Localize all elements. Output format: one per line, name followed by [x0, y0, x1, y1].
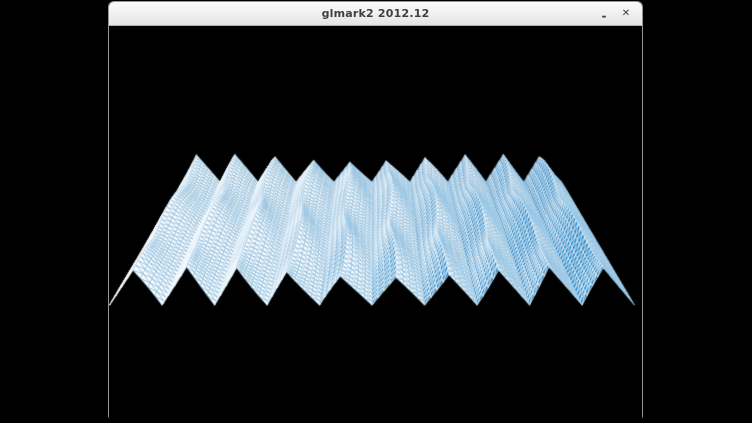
window-title: glmark2 2012.12 — [322, 2, 430, 25]
glmark2-window: glmark2 2012.12 - ✕ — [108, 1, 643, 419]
gl-viewport — [109, 26, 642, 419]
minimize-button[interactable]: - — [594, 2, 614, 25]
titlebar[interactable]: glmark2 2012.12 - ✕ — [109, 2, 642, 26]
minimize-icon: - — [602, 9, 607, 23]
close-button[interactable]: ✕ — [616, 2, 636, 25]
scene-canvas — [109, 26, 642, 419]
page-background: { "window": { "title": "glmark2 2012.12"… — [0, 0, 752, 423]
close-icon: ✕ — [622, 8, 630, 19]
